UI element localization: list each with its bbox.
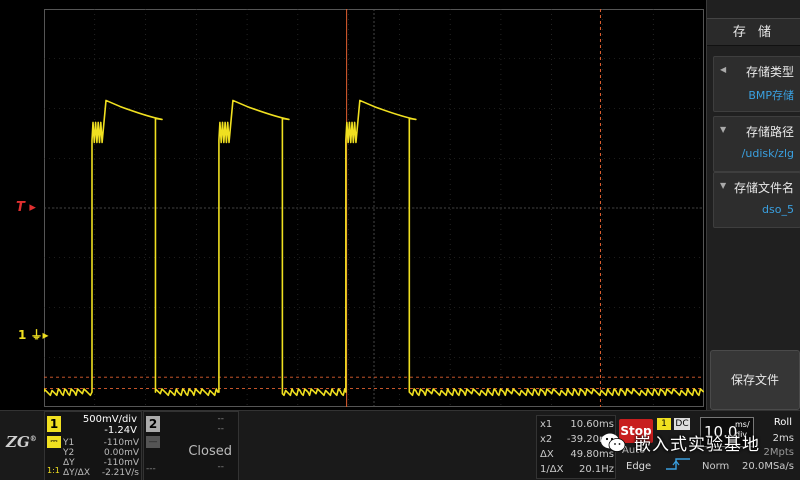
logo-reg-mark: ® xyxy=(29,434,37,443)
cursor-value: -110mV xyxy=(103,458,139,468)
trigger-source[interactable]: 1 xyxy=(657,418,671,430)
cursor-value: -2.21V/s xyxy=(101,468,139,478)
ch2-coupling-icon: — xyxy=(146,436,160,448)
ch1-scale: 500mV/div xyxy=(82,414,137,425)
cursor-value: -110mV xyxy=(103,438,139,448)
measurement-value: 20.1Hz xyxy=(578,464,614,475)
sample-rate: 20.0MSa/s xyxy=(742,461,794,472)
chevron-down-icon: ▼ xyxy=(720,125,727,134)
trigger-level-marker[interactable]: T ▸ xyxy=(16,200,36,215)
watermark-text: 嵌入式实验基地 xyxy=(634,435,760,455)
menu-item-label: 存储类型 xyxy=(745,65,794,79)
ch2-scale: -- xyxy=(217,414,225,424)
ch1-waveform xyxy=(44,99,704,397)
ch2-badge: 2 xyxy=(146,416,160,432)
scope-display[interactable] xyxy=(44,9,704,407)
storage-menu: 存 储 ◀ 存储类型 BMP存储 ▼ 存储路径 /udisk/zlg ▼ 存储文… xyxy=(706,0,800,410)
ch1-marker-label: 1 xyxy=(18,328,27,342)
watermark: 嵌入式实验基地 xyxy=(600,430,800,458)
probe-ratio: 1:1 xyxy=(47,466,60,475)
ch2-offset: -- xyxy=(217,424,225,434)
ch2-dash: --- xyxy=(146,464,156,474)
measurement-value: 10.60ms xyxy=(570,419,614,430)
cursor-key: ΔY xyxy=(63,458,75,468)
cursor-key: Y2 xyxy=(63,448,75,458)
ch2-panel[interactable]: 2 — -- -- Closed --- -- xyxy=(143,411,239,480)
chevron-left-icon: ◀ xyxy=(720,65,727,74)
logo-text: ZG xyxy=(6,433,30,451)
acquisition-label: Norm xyxy=(702,461,730,472)
ch2-status-secondary: -- xyxy=(217,462,225,472)
ch2-status: Closed xyxy=(188,444,232,459)
trigger-coupling: DC xyxy=(674,418,690,430)
waveform-canvas xyxy=(44,9,704,407)
menu-item-storage-type[interactable]: ◀ 存储类型 BMP存储 xyxy=(713,56,800,112)
menu-item-label: 存储路径 xyxy=(745,125,794,139)
measurement-key: x2 xyxy=(540,434,553,445)
menu-item-label: 存储文件名 xyxy=(733,181,794,195)
save-file-button[interactable]: 保存文件 xyxy=(710,350,800,410)
menu-item-value: BMP存储 xyxy=(748,89,794,102)
ch1-offset-marker[interactable]: 1 ⏚▸ xyxy=(18,326,49,343)
cursor-key: Y1 xyxy=(63,438,75,448)
ch1-offset: -1.24V xyxy=(104,425,137,436)
rising-edge-icon xyxy=(666,458,690,470)
menu-title: 存 储 xyxy=(707,18,800,46)
menu-item-value: dso_5 xyxy=(762,203,794,216)
acquisition-mode[interactable]: Roll xyxy=(774,417,792,428)
ch1-badge: 1 xyxy=(47,416,61,432)
brand-logo: ZG® xyxy=(6,433,40,463)
menu-item-file-name[interactable]: ▼ 存储文件名 dso_5 xyxy=(713,172,800,228)
ch1-panel[interactable]: 1 ⎓ 500mV/div -1.24V Y1 -110mV Y2 0.00mV Δ… xyxy=(44,411,142,480)
measurement-key: x1 xyxy=(540,419,553,430)
cursor-value: 0.00mV xyxy=(104,448,139,458)
dc-coupling-icon: ⎓ xyxy=(47,436,61,448)
chevron-down-icon: ▼ xyxy=(720,181,727,190)
timebase-unit-top: ms/ xyxy=(735,420,750,429)
measurement-key: ΔX xyxy=(540,449,554,460)
menu-item-value: /udisk/zlg xyxy=(741,147,794,160)
trigger-type[interactable]: Edge xyxy=(626,461,651,472)
menu-item-storage-path[interactable]: ▼ 存储路径 /udisk/zlg xyxy=(713,116,800,172)
measurement-key: 1/ΔX xyxy=(540,464,564,475)
wechat-icon xyxy=(601,433,626,452)
cursor-key: ΔY/ΔX xyxy=(63,468,91,478)
trigger-marker-label: T xyxy=(16,200,25,215)
